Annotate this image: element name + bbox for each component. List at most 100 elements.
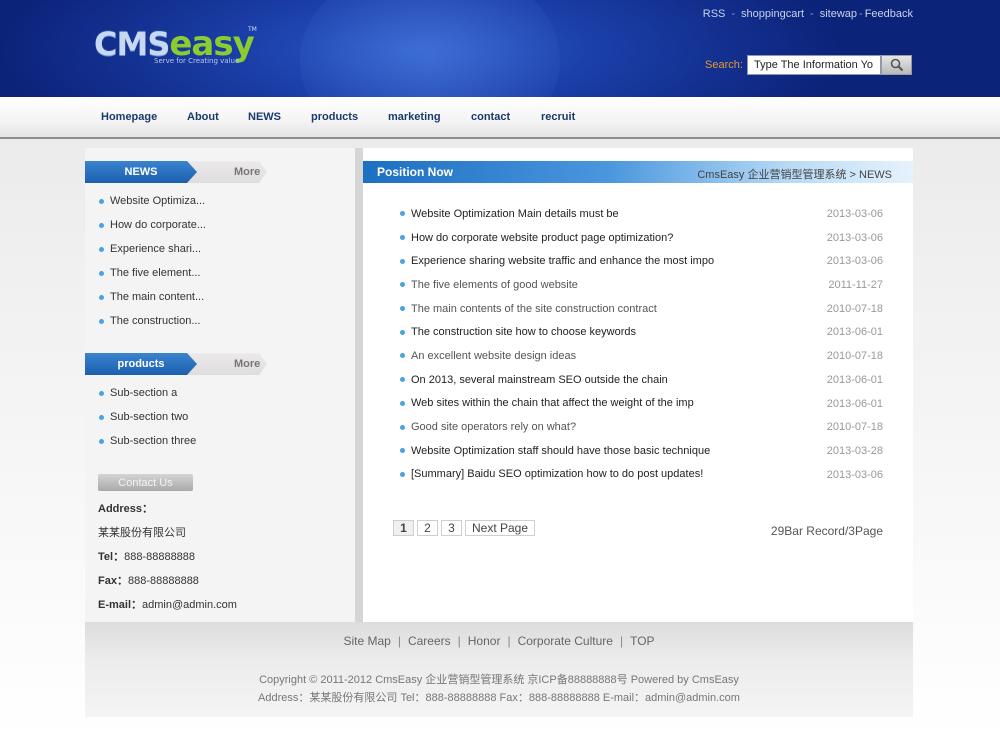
logo-tm: TM <box>248 26 257 33</box>
list-item-label: The five element... <box>110 267 201 279</box>
news-title-link[interactable]: Website Optimization staff should have t… <box>411 445 710 457</box>
email-value: admin@admin.com <box>142 599 237 611</box>
list-item[interactable]: How do corporate... <box>99 213 339 237</box>
news-title-link[interactable]: The five elements of good website <box>411 279 578 291</box>
news-row[interactable]: The construction site how to choose keyw… <box>400 320 883 344</box>
news-date: 2013-03-06 <box>826 231 883 244</box>
news-row[interactable]: Web sites within the chain that affect t… <box>400 392 883 416</box>
news-title-link[interactable]: Web sites within the chain that affect t… <box>411 397 694 409</box>
separator: | <box>457 634 461 648</box>
list-item-label: The construction... <box>110 315 201 327</box>
separator: - <box>859 8 863 20</box>
bullet-icon <box>99 222 104 228</box>
list-item[interactable]: The five element... <box>99 261 339 285</box>
footer-honor-link[interactable]: Honor <box>468 634 501 648</box>
news-title-link[interactable]: On 2013, several mainstream SEO outside … <box>411 374 668 386</box>
news-row[interactable]: On 2013, several mainstream SEO outside … <box>400 368 883 392</box>
news-row[interactable]: Experience sharing website traffic and e… <box>400 249 883 273</box>
nav-news[interactable]: NEWS <box>248 111 281 123</box>
bullet-icon <box>400 282 405 288</box>
sidebar: NEWS More Website Optimiza... How do cor… <box>85 148 355 622</box>
nav-contact[interactable]: contact <box>471 111 510 123</box>
products-more-link[interactable]: More <box>234 358 260 370</box>
shoppingcart-link[interactable]: shoppingcart <box>741 8 804 20</box>
separator: | <box>619 634 624 648</box>
sitewap-link[interactable]: sitewap <box>820 8 857 20</box>
news-row[interactable]: [Summary] Baidu SEO optimization how to … <box>400 463 883 487</box>
news-date: 2013-03-06 <box>826 255 883 268</box>
site-logo[interactable]: CMSeasy TM Serve for Creating value <box>94 24 257 68</box>
news-title-link[interactable]: The construction site how to choose keyw… <box>411 326 636 338</box>
list-item-label: Sub-section a <box>110 387 178 399</box>
news-title-link[interactable]: An excellent website design ideas <box>411 350 576 362</box>
footer: Site Map | Careers | Honor | Corporate Culture… <box>85 622 913 717</box>
nav-recruit[interactable]: recruit <box>541 111 575 123</box>
column-divider <box>355 148 363 622</box>
products-section-title: products <box>85 353 197 375</box>
page-2-button[interactable]: 2 <box>417 520 438 536</box>
page-1-button[interactable]: 1 <box>393 520 414 536</box>
list-item[interactable]: Sub-section a <box>99 381 339 405</box>
footer-top-link[interactable]: TOP <box>630 634 654 648</box>
news-row[interactable]: How do corporate website product page op… <box>400 226 883 250</box>
bullet-icon <box>400 306 405 312</box>
news-row[interactable]: The five elements of good website 2011-11… <box>400 273 883 297</box>
address-value: 某某股份有限公司 <box>98 527 186 539</box>
contact-us-button[interactable]: Contact Us <box>98 474 193 491</box>
separator: - <box>810 8 814 20</box>
nav-products[interactable]: products <box>311 111 358 123</box>
nav-about[interactable]: About <box>187 111 219 123</box>
nav-homepage[interactable]: Homepage <box>101 111 157 123</box>
news-section-title: NEWS <box>85 161 197 183</box>
news-title-link[interactable]: Good site operators rely on what? <box>411 421 576 433</box>
page-3-button[interactable]: 3 <box>441 520 462 536</box>
news-section-header: NEWS More <box>85 161 270 183</box>
record-count: 29Bar Record/3Page <box>770 524 883 538</box>
footer-culture-link[interactable]: Corporate Culture <box>518 634 613 648</box>
bullet-icon <box>400 377 405 383</box>
list-item[interactable]: The construction... <box>99 309 339 333</box>
header-glow <box>300 0 560 97</box>
list-item[interactable]: Sub-section three <box>99 429 339 453</box>
footer-careers-link[interactable]: Careers <box>408 634 451 648</box>
news-more-link[interactable]: More <box>234 166 260 178</box>
news-list: Website Optimization Main details must b… <box>400 202 883 486</box>
bullet-icon <box>99 198 104 204</box>
list-item[interactable]: Website Optimiza... <box>99 189 339 213</box>
news-row[interactable]: Website Optimization staff should have t… <box>400 439 883 463</box>
news-side-list: Website Optimiza... How do corporate... … <box>99 189 339 333</box>
news-row[interactable]: Good site operators rely on what? 2010-07… <box>400 415 883 439</box>
list-item-label: Experience shari... <box>110 243 202 255</box>
bullet-icon <box>99 390 104 396</box>
news-title-link[interactable]: Website Optimization Main details must b… <box>411 208 619 220</box>
breadcrumb: CmsEasy 企业营销型管理系统 > NEWS <box>697 169 892 181</box>
list-item[interactable]: Experience shari... <box>99 237 339 261</box>
list-item[interactable]: Sub-section two <box>99 405 339 429</box>
news-title-link[interactable]: The main contents of the site constructi… <box>411 303 657 315</box>
news-title-link[interactable]: How do corporate website product page op… <box>411 232 673 244</box>
news-date: 2010-07-18 <box>826 302 883 315</box>
bullet-icon <box>99 318 104 324</box>
tel-label: Tel： <box>98 551 125 563</box>
rss-link[interactable]: RSS <box>703 8 726 20</box>
nav-marketing[interactable]: marketing <box>388 111 441 123</box>
news-row[interactable]: The main contents of the site constructi… <box>400 297 883 321</box>
news-title-link[interactable]: Experience sharing website traffic and e… <box>411 255 714 267</box>
news-row[interactable]: Website Optimization Main details must b… <box>400 202 883 226</box>
tel-value: 888-88888888 <box>124 551 196 563</box>
contact-tel-row: Tel：888-88888888 <box>98 547 237 571</box>
bullet-icon <box>400 235 405 241</box>
next-page-button[interactable]: Next Page <box>465 520 536 536</box>
products-section-header: products More <box>85 353 270 375</box>
search-input[interactable] <box>747 55 881 75</box>
feedback-link[interactable]: Feedback <box>865 8 913 20</box>
news-title-link[interactable]: [Summary] Baidu SEO optimization how to … <box>411 468 703 480</box>
pagination: 1 2 3 Next Page <box>393 520 536 536</box>
news-date: 2013-03-28 <box>826 444 883 457</box>
list-item[interactable]: The main content... <box>99 285 339 309</box>
footer-sitemap-link[interactable]: Site Map <box>343 634 390 648</box>
logo-slogan: Serve for Creating value <box>154 57 240 65</box>
news-row[interactable]: An excellent website design ideas 2010-07… <box>400 344 883 368</box>
separator: | <box>397 634 401 648</box>
search-button[interactable] <box>881 55 912 75</box>
